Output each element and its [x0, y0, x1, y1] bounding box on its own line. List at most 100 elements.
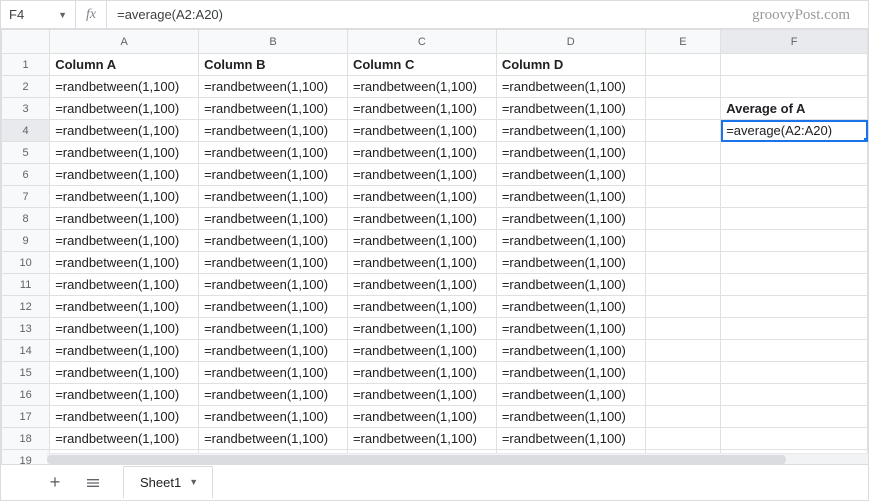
- cell-C1[interactable]: Column C: [347, 54, 496, 76]
- cell-B15[interactable]: =randbetween(1,100): [199, 362, 348, 384]
- cell-A8[interactable]: =randbetween(1,100): [50, 208, 199, 230]
- all-sheets-button[interactable]: [79, 469, 107, 497]
- cell-B1[interactable]: Column B: [199, 54, 348, 76]
- cell-F9[interactable]: [721, 230, 868, 252]
- cell-C4[interactable]: =randbetween(1,100): [347, 120, 496, 142]
- cell-C6[interactable]: =randbetween(1,100): [347, 164, 496, 186]
- row-header-18[interactable]: 18: [2, 428, 50, 450]
- cell-E7[interactable]: [645, 186, 720, 208]
- cell-B16[interactable]: =randbetween(1,100): [199, 384, 348, 406]
- cell-A3[interactable]: =randbetween(1,100): [50, 98, 199, 120]
- cell-F17[interactable]: [721, 406, 868, 428]
- cell-C13[interactable]: =randbetween(1,100): [347, 318, 496, 340]
- row-header-3[interactable]: 3: [2, 98, 50, 120]
- cell-F1[interactable]: [721, 54, 868, 76]
- cell-D5[interactable]: =randbetween(1,100): [496, 142, 645, 164]
- row-header-10[interactable]: 10: [2, 252, 50, 274]
- cell-D12[interactable]: =randbetween(1,100): [496, 296, 645, 318]
- cell-A13[interactable]: =randbetween(1,100): [50, 318, 199, 340]
- col-header-a[interactable]: A: [50, 30, 199, 54]
- cell-F18[interactable]: [721, 428, 868, 450]
- cell-E11[interactable]: [645, 274, 720, 296]
- cell-C5[interactable]: =randbetween(1,100): [347, 142, 496, 164]
- cell-B6[interactable]: =randbetween(1,100): [199, 164, 348, 186]
- name-box[interactable]: F4 ▼: [1, 1, 76, 28]
- cell-B14[interactable]: =randbetween(1,100): [199, 340, 348, 362]
- cell-D3[interactable]: =randbetween(1,100): [496, 98, 645, 120]
- row-header-9[interactable]: 9: [2, 230, 50, 252]
- cell-C16[interactable]: =randbetween(1,100): [347, 384, 496, 406]
- cell-E10[interactable]: [645, 252, 720, 274]
- select-all-corner[interactable]: [2, 30, 50, 54]
- cell-D2[interactable]: =randbetween(1,100): [496, 76, 645, 98]
- cell-E13[interactable]: [645, 318, 720, 340]
- horizontal-scrollbar[interactable]: [47, 453, 868, 464]
- cell-C3[interactable]: =randbetween(1,100): [347, 98, 496, 120]
- cell-A14[interactable]: =randbetween(1,100): [50, 340, 199, 362]
- cell-A11[interactable]: =randbetween(1,100): [50, 274, 199, 296]
- cell-D17[interactable]: =randbetween(1,100): [496, 406, 645, 428]
- row-header-2[interactable]: 2: [2, 76, 50, 98]
- cell-E16[interactable]: [645, 384, 720, 406]
- row-header-4[interactable]: 4: [2, 120, 50, 142]
- cell-B12[interactable]: =randbetween(1,100): [199, 296, 348, 318]
- cell-B18[interactable]: =randbetween(1,100): [199, 428, 348, 450]
- cell-B2[interactable]: =randbetween(1,100): [199, 76, 348, 98]
- cell-E18[interactable]: [645, 428, 720, 450]
- cell-B5[interactable]: =randbetween(1,100): [199, 142, 348, 164]
- row-header-6[interactable]: 6: [2, 164, 50, 186]
- cell-E14[interactable]: [645, 340, 720, 362]
- cell-D13[interactable]: =randbetween(1,100): [496, 318, 645, 340]
- cell-A2[interactable]: =randbetween(1,100): [50, 76, 199, 98]
- col-header-f[interactable]: F: [721, 30, 868, 54]
- cell-A1[interactable]: Column A: [50, 54, 199, 76]
- cell-A9[interactable]: =randbetween(1,100): [50, 230, 199, 252]
- cell-A17[interactable]: =randbetween(1,100): [50, 406, 199, 428]
- cell-B11[interactable]: =randbetween(1,100): [199, 274, 348, 296]
- cell-A15[interactable]: =randbetween(1,100): [50, 362, 199, 384]
- cell-B3[interactable]: =randbetween(1,100): [199, 98, 348, 120]
- cell-A5[interactable]: =randbetween(1,100): [50, 142, 199, 164]
- cell-C2[interactable]: =randbetween(1,100): [347, 76, 496, 98]
- col-header-c[interactable]: C: [347, 30, 496, 54]
- cell-C7[interactable]: =randbetween(1,100): [347, 186, 496, 208]
- cell-F5[interactable]: [721, 142, 868, 164]
- cell-A7[interactable]: =randbetween(1,100): [50, 186, 199, 208]
- sheet-tab[interactable]: Sheet1 ▼: [123, 466, 213, 498]
- cell-F16[interactable]: [721, 384, 868, 406]
- formula-input[interactable]: =average(A2:A20): [107, 7, 868, 22]
- cell-D15[interactable]: =randbetween(1,100): [496, 362, 645, 384]
- cell-B9[interactable]: =randbetween(1,100): [199, 230, 348, 252]
- col-header-b[interactable]: B: [199, 30, 348, 54]
- cell-C10[interactable]: =randbetween(1,100): [347, 252, 496, 274]
- cell-F2[interactable]: [721, 76, 868, 98]
- scrollbar-thumb[interactable]: [47, 455, 786, 464]
- cell-F14[interactable]: [721, 340, 868, 362]
- cell-A18[interactable]: =randbetween(1,100): [50, 428, 199, 450]
- cell-F11[interactable]: [721, 274, 868, 296]
- cell-B7[interactable]: =randbetween(1,100): [199, 186, 348, 208]
- cell-D8[interactable]: =randbetween(1,100): [496, 208, 645, 230]
- cell-C14[interactable]: =randbetween(1,100): [347, 340, 496, 362]
- row-header-17[interactable]: 17: [2, 406, 50, 428]
- spreadsheet-grid[interactable]: ABCDEF1Column AColumn BColumn CColumn D2…: [1, 29, 868, 464]
- cell-E4[interactable]: [645, 120, 720, 142]
- cell-E9[interactable]: [645, 230, 720, 252]
- cell-D7[interactable]: =randbetween(1,100): [496, 186, 645, 208]
- cell-E1[interactable]: [645, 54, 720, 76]
- row-header-1[interactable]: 1: [2, 54, 50, 76]
- cell-E2[interactable]: [645, 76, 720, 98]
- cell-F4[interactable]: =average(A2:A20): [721, 120, 868, 142]
- col-header-e[interactable]: E: [645, 30, 720, 54]
- row-header-14[interactable]: 14: [2, 340, 50, 362]
- cell-A10[interactable]: =randbetween(1,100): [50, 252, 199, 274]
- row-header-16[interactable]: 16: [2, 384, 50, 406]
- cell-F13[interactable]: [721, 318, 868, 340]
- cell-D18[interactable]: =randbetween(1,100): [496, 428, 645, 450]
- cell-C17[interactable]: =randbetween(1,100): [347, 406, 496, 428]
- cell-B4[interactable]: =randbetween(1,100): [199, 120, 348, 142]
- col-header-d[interactable]: D: [496, 30, 645, 54]
- cell-F8[interactable]: [721, 208, 868, 230]
- cell-E5[interactable]: [645, 142, 720, 164]
- cell-C11[interactable]: =randbetween(1,100): [347, 274, 496, 296]
